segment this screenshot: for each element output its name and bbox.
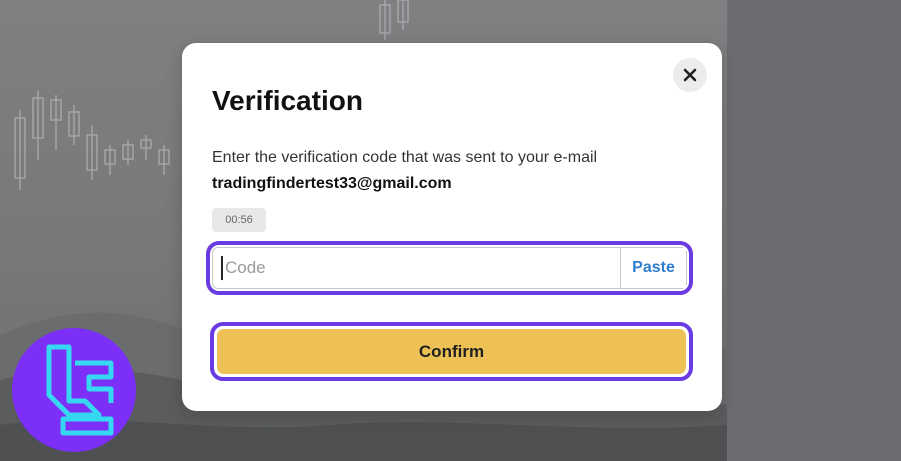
close-button[interactable] [673, 58, 707, 92]
confirm-button-highlight: Confirm [210, 322, 693, 381]
background-side-panel [727, 0, 901, 461]
recipient-email: tradingfindertest33@gmail.com [212, 175, 452, 192]
verification-code-input[interactable] [221, 256, 620, 280]
confirm-button[interactable]: Confirm [217, 329, 686, 374]
close-icon [683, 68, 697, 82]
countdown-timer: 00:56 [212, 208, 266, 232]
brand-logo-icon [12, 328, 136, 452]
paste-button[interactable]: Paste [620, 248, 686, 288]
code-field-highlight: Paste [206, 241, 693, 295]
dialog-title: Verification [212, 85, 363, 116]
code-field-group: Paste [212, 247, 687, 289]
verification-dialog: Verification Enter the verification code… [182, 43, 722, 411]
verification-instructions: Enter the verification code that was sen… [212, 149, 598, 166]
